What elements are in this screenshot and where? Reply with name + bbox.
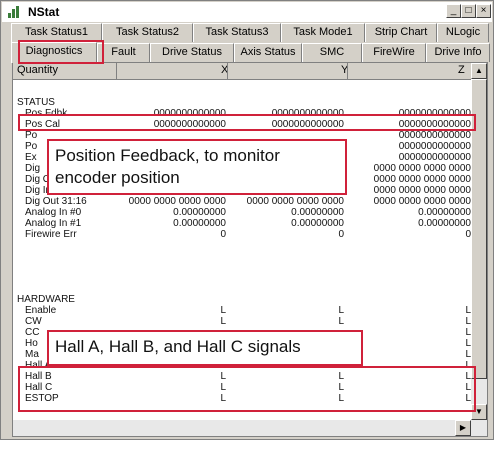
title-bar[interactable]: NStat _ □ ×: [2, 2, 492, 22]
tab-task-mode1[interactable]: Task Mode1: [281, 23, 365, 42]
row-value-x: 0000 0000 0000 0000: [128, 196, 226, 207]
tab-firewire[interactable]: FireWire: [362, 43, 426, 62]
row-value-x: 0: [220, 229, 226, 240]
row-label: Ho: [25, 338, 38, 349]
row-value-y: 0.00000000: [291, 207, 344, 218]
horizontal-scrollbar[interactable]: ▶: [13, 420, 471, 436]
row-value-x: L: [220, 305, 226, 316]
window-title: NStat: [28, 5, 60, 19]
row-label: CW: [25, 316, 42, 327]
row-value-z: 0000000000000: [398, 141, 471, 152]
row-value-x: L: [220, 316, 226, 327]
row-label: Analog In #1: [25, 218, 82, 229]
row-label: Firewire Err: [25, 229, 77, 240]
row-value-z: 0000 0000 0000 0000: [373, 185, 471, 196]
tab-nlogic[interactable]: NLogic: [437, 23, 489, 42]
maximize-button[interactable]: □: [461, 4, 476, 18]
col-z[interactable]: Z: [458, 64, 465, 76]
column-header: Quantity X Y Z: [13, 63, 471, 80]
table-row[interactable]: Enable L L L: [13, 305, 471, 316]
scroll-up-arrow-icon[interactable]: ▲: [471, 63, 487, 79]
row-value-y: 0.00000000: [291, 218, 344, 229]
section-hardware: HARDWARE: [17, 294, 75, 305]
row-value-z: 0000 0000 0000 0000: [373, 163, 471, 174]
app-icon: [8, 6, 20, 18]
row-value-y: 0000 0000 0000 0000: [246, 196, 344, 207]
section-status: STATUS: [17, 97, 55, 108]
table-row[interactable]: CW L L L: [13, 316, 471, 327]
minimize-button[interactable]: _: [446, 4, 461, 18]
row-value-z: 0000 0000 0000 0000: [373, 196, 471, 207]
column-divider[interactable]: [347, 63, 348, 79]
tab-drive-info[interactable]: Drive Info: [426, 43, 490, 62]
tab-task-status2[interactable]: Task Status2: [102, 23, 193, 42]
row-value-z: 0.00000000: [418, 207, 471, 218]
row-label: Po: [25, 141, 38, 152]
position-feedback-callout: Position Feedback, to monitor encoder po…: [47, 139, 347, 195]
row-label: CC: [25, 327, 40, 338]
row-value-x: 0.00000000: [173, 218, 226, 229]
row-label: Dig: [25, 163, 41, 174]
row-value-y: L: [338, 305, 344, 316]
tab-fault[interactable]: Fault: [97, 43, 150, 62]
row-label: Dig Out 31:16: [25, 196, 87, 207]
row-label: Ex: [25, 152, 37, 163]
row-value-z: 0000000000000: [398, 152, 471, 163]
table-row[interactable]: Analog In #1 0.00000000 0.00000000 0.000000…: [13, 218, 471, 229]
row-label: Enable: [25, 305, 57, 316]
table-row[interactable]: Dig Out 31:16 0000 0000 0000 0000 0000 000…: [13, 196, 471, 207]
row-value-x: 0.00000000: [173, 207, 226, 218]
tab-task-status3[interactable]: Task Status3: [193, 23, 281, 42]
hall-signals-callout: Hall A, Hall B, and Hall C signals: [47, 330, 363, 366]
pos-fdbk-highlight: [18, 114, 476, 131]
diagnostics-tab-highlight: [18, 40, 104, 64]
row-value-y: 0: [338, 229, 344, 240]
tab-strip-chart[interactable]: Strip Chart: [365, 23, 437, 42]
hall-signals-highlight: [18, 366, 476, 412]
row-value-z: 0000 0000 0000 0000: [373, 174, 471, 185]
column-divider[interactable]: [116, 63, 117, 79]
column-divider[interactable]: [227, 63, 228, 79]
tab-drive-status[interactable]: Drive Status: [150, 43, 234, 62]
table-row[interactable]: Firewire Err 0 0 0: [13, 229, 471, 240]
row-value-y: L: [338, 316, 344, 327]
row-label: Ma: [25, 349, 39, 360]
table-row[interactable]: Analog In #0 0.00000000 0.00000000 0.000000…: [13, 207, 471, 218]
close-button[interactable]: ×: [476, 4, 491, 18]
row-label: Analog In #0: [25, 207, 82, 218]
tab-axis-status[interactable]: Axis Status: [234, 43, 302, 62]
row-value-z: 0000000000000: [398, 130, 471, 141]
row-label: Po: [25, 130, 38, 141]
col-quantity[interactable]: Quantity: [17, 64, 58, 76]
row-value-z: 0.00000000: [418, 218, 471, 229]
tab-smc[interactable]: SMC: [302, 43, 362, 62]
scroll-right-arrow-icon[interactable]: ▶: [455, 420, 471, 436]
